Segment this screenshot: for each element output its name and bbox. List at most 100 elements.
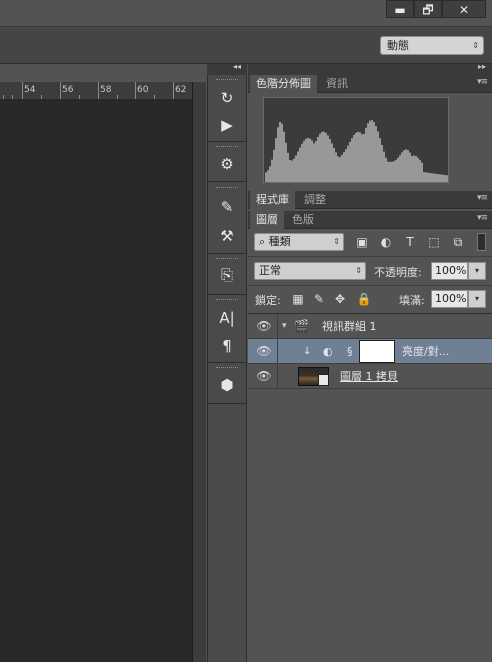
video-layer-badge-icon — [318, 374, 329, 386]
grip-handle[interactable] — [216, 367, 238, 371]
lock-paint-button[interactable]: ✎ — [310, 290, 328, 308]
3d-button[interactable]: ⬢ — [211, 373, 243, 397]
smart-object-filter-icon: ⧉ — [453, 235, 463, 249]
workspace-select[interactable]: 動態 ⇕ — [380, 36, 484, 55]
divider — [277, 364, 278, 389]
divider — [208, 181, 246, 182]
workspace-label: 動態 — [387, 39, 409, 52]
chevron-down-icon: ▾ — [474, 266, 479, 275]
ruler-mark — [22, 82, 23, 99]
close-button[interactable]: ✕ — [442, 0, 486, 18]
ruler-mark — [154, 95, 155, 99]
divider — [277, 339, 278, 364]
divider — [208, 253, 246, 254]
opacity-dropdown-button[interactable]: ▾ — [468, 262, 486, 280]
fill-label: 填滿: — [399, 294, 425, 307]
properties-button[interactable]: ⚙ — [211, 152, 243, 176]
mask-link-icon[interactable]: § — [347, 339, 353, 364]
lock-transparent-button[interactable]: ▦ — [289, 290, 307, 308]
smart-object-filter-button[interactable]: ⧉ — [449, 233, 467, 251]
divider — [248, 285, 492, 286]
visibility-eye-icon[interactable]: 👁 — [256, 342, 272, 360]
grip-handle[interactable] — [216, 299, 238, 303]
tab-histogram[interactable]: 色階分佈圖 — [250, 75, 317, 93]
layer-row-brightness-contrast[interactable]: 👁 ↓ ◐ § 亮度/對... — [248, 339, 492, 364]
layer-row-video-group[interactable]: 👁 ▾ 🎬 視訊群組 1 — [248, 314, 492, 339]
select-arrow-icon: ⇕ — [333, 237, 340, 246]
grip-handle[interactable] — [216, 187, 238, 191]
divider — [208, 141, 246, 142]
select-arrow-icon: ⇕ — [355, 266, 362, 275]
panel-menu-icon[interactable]: ▾≡ — [477, 77, 488, 87]
grip-handle[interactable] — [216, 146, 238, 150]
divider — [208, 403, 246, 404]
tab-channels[interactable]: 色版 — [286, 211, 320, 229]
brush-button[interactable]: ✎ — [211, 195, 243, 219]
type-filter-button[interactable]: T — [401, 233, 419, 251]
fill-dropdown-button[interactable]: ▾ — [468, 290, 486, 308]
ruler-tick: 56 — [62, 85, 74, 95]
lock-position-button[interactable]: ✥ — [331, 290, 349, 308]
layer-row-layer1-copy[interactable]: 👁 圖層 1 拷貝 — [248, 364, 492, 389]
dock-expand-bar[interactable]: ▸▸ — [248, 62, 492, 75]
tab-info[interactable]: 資訊 — [320, 75, 354, 93]
clone-source-button[interactable]: ⎘ — [211, 263, 243, 287]
collapse-icon: ◂◂ — [233, 62, 242, 71]
ruler-mark — [98, 82, 99, 99]
grip-handle[interactable] — [216, 79, 238, 83]
pixel-filter-icon: ▣ — [356, 235, 368, 249]
layer-filter-label: 種類 — [268, 235, 291, 248]
minimize-button[interactable]: ▬ — [386, 0, 414, 18]
tab-library[interactable]: 程式庫 — [250, 191, 295, 209]
ruler-mark — [3, 95, 4, 99]
adjustment-filter-button[interactable]: ◐ — [377, 233, 395, 251]
actions-button[interactable]: ▶ — [211, 113, 243, 137]
character-button[interactable]: A| — [211, 306, 243, 330]
filter-toggle-switch[interactable] — [477, 233, 486, 251]
type-filter-icon: T — [406, 235, 414, 249]
layer-name: 圖層 1 拷貝 — [340, 370, 398, 383]
lock-all-icon: 🔒 — [356, 292, 372, 306]
history-button[interactable]: ↻ — [211, 86, 243, 110]
ruler-mark — [12, 95, 13, 99]
divider — [277, 314, 278, 339]
layer-mask-thumbnail[interactable] — [359, 340, 395, 363]
clone-source-icon: ⎘ — [220, 266, 233, 284]
panel-menu-icon[interactable]: ▾≡ — [477, 193, 488, 203]
panel-menu-icon[interactable]: ▾≡ — [477, 213, 488, 223]
brush-icon: ✎ — [220, 198, 234, 216]
tab-layers[interactable]: 圖層 — [250, 211, 284, 229]
divider — [248, 256, 492, 257]
brush-presets-icon: ⚒ — [220, 227, 234, 245]
clipping-arrow-icon: ↓ — [303, 346, 312, 357]
document-canvas[interactable] — [0, 100, 192, 662]
histogram-tab-row: 色階分佈圖 資訊 ▾≡ — [248, 75, 492, 93]
opacity-input[interactable]: 100% — [431, 262, 468, 280]
close-icon: ✕ — [458, 3, 470, 17]
ruler-mark — [60, 82, 61, 99]
tab-adjustments[interactable]: 調整 — [298, 191, 332, 209]
lock-paint-icon: ✎ — [313, 292, 325, 306]
brush-presets-button[interactable]: ⚒ — [211, 224, 243, 248]
ruler-mark — [79, 95, 80, 99]
restore-button[interactable]: 🗗 — [414, 0, 442, 18]
layers-tab-row: 圖層 色版 ▾≡ — [248, 211, 492, 229]
grip-handle[interactable] — [216, 258, 238, 262]
visibility-eye-icon[interactable]: 👁 — [256, 367, 272, 385]
dock-collapse-bar[interactable]: ◂◂ — [207, 62, 247, 75]
ruler-mark — [117, 95, 118, 99]
paragraph-button[interactable]: ¶ — [211, 334, 243, 358]
visibility-eye-icon[interactable]: 👁 — [256, 317, 272, 335]
lock-all-button[interactable]: 🔒 — [355, 290, 373, 308]
fill-input[interactable]: 100% — [431, 290, 468, 308]
shape-filter-button[interactable]: ⬚ — [425, 233, 443, 251]
shape-filter-icon: ⬚ — [428, 235, 440, 249]
ruler-mark — [135, 82, 136, 99]
layer-filter-select[interactable]: ⌕ 種類 ⇕ — [254, 233, 344, 251]
expand-icon: ▸▸ — [477, 62, 486, 71]
histogram-graph — [265, 120, 449, 182]
adjustment-filter-icon: ◐ — [380, 235, 392, 249]
pixel-filter-button[interactable]: ▣ — [353, 233, 371, 251]
group-expand-chevron-icon[interactable]: ▾ — [282, 314, 287, 339]
blend-mode-select[interactable]: 正常 ⇕ — [254, 262, 366, 280]
